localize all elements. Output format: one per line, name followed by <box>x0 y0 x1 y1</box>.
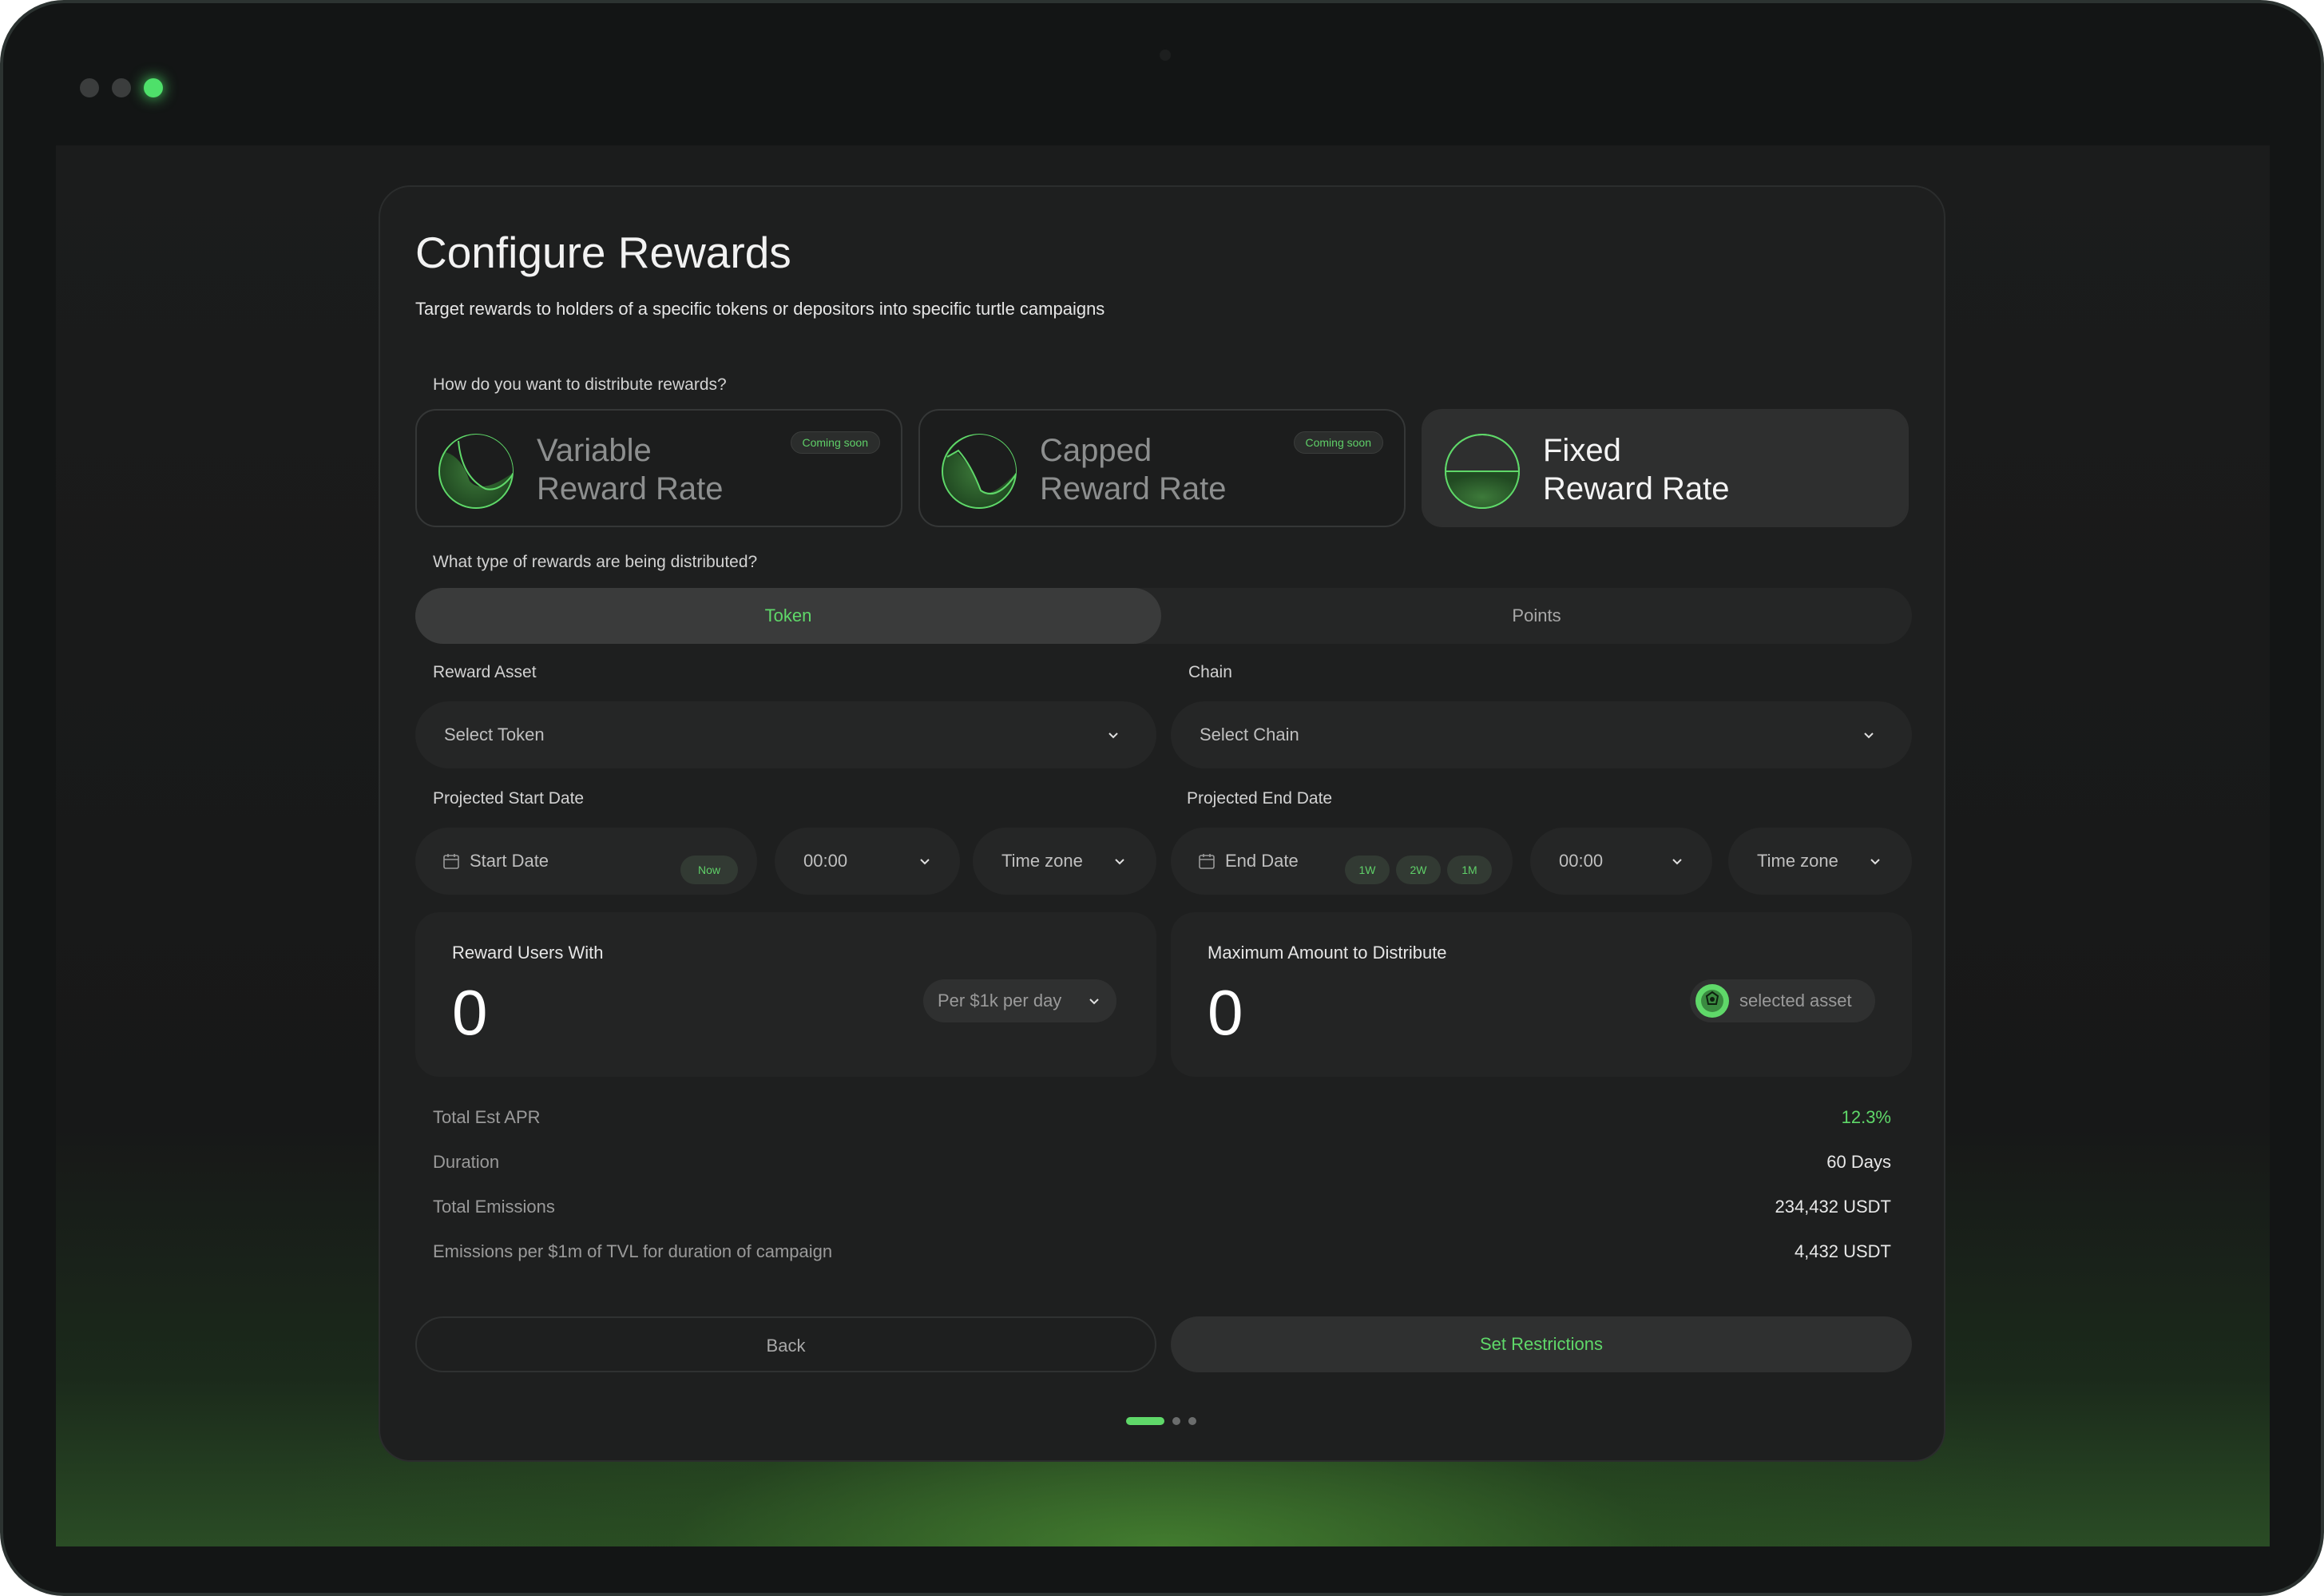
chevron-down-icon <box>1108 732 1118 739</box>
preset-1m-button[interactable]: 1M <box>1447 856 1492 884</box>
end-timezone-value: Time zone <box>1757 851 1838 871</box>
end-date-picker[interactable]: End Date 1W 2W 1M <box>1171 828 1513 895</box>
chain-select[interactable]: Select Chain <box>1171 701 1912 768</box>
reward-type-toggle: Token Points <box>415 588 1912 644</box>
calendar-icon <box>443 854 459 869</box>
end-time-select[interactable]: 00:00 <box>1530 828 1712 895</box>
variable-rate-title-2: Reward Rate <box>537 471 724 506</box>
start-date-label: Projected Start Date <box>433 789 585 808</box>
capped-rate-icon <box>942 434 1017 509</box>
variable-rate-icon <box>438 434 514 509</box>
start-date-picker[interactable]: Start Date Now <box>415 828 757 895</box>
chevron-down-icon <box>1672 859 1682 865</box>
set-restrictions-button[interactable]: Set Restrictions <box>1171 1316 1912 1372</box>
variable-rate-option[interactable]: Variable Reward Rate Coming soon <box>415 409 902 527</box>
page-title: Configure Rewards <box>415 228 791 277</box>
reward-users-box: Reward Users With 0 Per $1k per day <box>415 912 1156 1077</box>
maximize-dot-icon[interactable] <box>144 78 163 97</box>
selected-asset-label: selected asset <box>1739 991 1852 1010</box>
calendar-icon <box>1199 854 1215 869</box>
back-button[interactable]: Back <box>415 1316 1156 1372</box>
duration-label: Duration <box>433 1152 500 1172</box>
start-time-select[interactable]: 00:00 <box>775 828 960 895</box>
max-amount-box: Maximum Amount to Distribute 0 selected … <box>1171 912 1912 1077</box>
capped-rate-option[interactable]: Capped Reward Rate Coming soon <box>918 409 1406 527</box>
fixed-rate-option[interactable]: Fixed Reward Rate <box>1422 409 1909 527</box>
reward-asset-select[interactable]: Select Token <box>415 701 1156 768</box>
tab-points[interactable]: Points <box>1161 588 1912 644</box>
end-date-placeholder: End Date <box>1225 851 1299 871</box>
preset-1w-button[interactable]: 1W <box>1345 856 1390 884</box>
chevron-down-icon <box>1864 732 1874 739</box>
max-amount-input[interactable]: 0 <box>1208 976 1243 1050</box>
end-time-value: 00:00 <box>1559 851 1604 871</box>
chevron-down-icon <box>1089 998 1099 1005</box>
variable-rate-title-1: Variable <box>537 433 652 468</box>
chevron-down-icon <box>1870 859 1880 865</box>
chevron-down-icon <box>1115 859 1124 865</box>
preset-2w-button[interactable]: 2W <box>1396 856 1441 884</box>
step-indicator <box>1126 1417 1196 1425</box>
total-emissions-value: 234,432 USDT <box>1775 1197 1891 1217</box>
start-time-value: 00:00 <box>803 851 848 871</box>
reward-asset-placeholder: Select Token <box>444 725 545 744</box>
step-dot-3 <box>1188 1417 1196 1425</box>
total-emissions-label: Total Emissions <box>433 1197 555 1217</box>
chain-placeholder: Select Chain <box>1200 725 1299 744</box>
fixed-rate-icon <box>1445 434 1520 509</box>
end-timezone-select[interactable]: Time zone <box>1728 828 1912 895</box>
reward-type-question: What type of rewards are being distribut… <box>433 553 758 571</box>
chevron-down-icon <box>920 859 930 865</box>
reward-unit-value: Per $1k per day <box>938 991 1062 1010</box>
apr-value: 12.3% <box>1841 1107 1891 1127</box>
start-timezone-value: Time zone <box>1001 851 1083 871</box>
start-timezone-select[interactable]: Time zone <box>973 828 1156 895</box>
end-date-label: Projected End Date <box>1187 789 1333 808</box>
emissions-per-tvl-label: Emissions per $1m of TVL for duration of… <box>433 1241 833 1261</box>
chain-label: Chain <box>1188 663 1232 681</box>
fixed-rate-title-1: Fixed <box>1543 433 1621 468</box>
coming-soon-badge: Coming soon <box>790 431 880 454</box>
apr-label: Total Est APR <box>433 1107 541 1127</box>
step-dot-2 <box>1172 1417 1180 1425</box>
coming-soon-badge: Coming soon <box>1293 431 1383 454</box>
asset-token-icon <box>1695 984 1729 1018</box>
duration-value: 60 Days <box>1826 1152 1891 1172</box>
reward-asset-label: Reward Asset <box>433 663 537 681</box>
close-dot-icon[interactable] <box>80 78 99 97</box>
reward-unit-select[interactable]: Per $1k per day <box>923 979 1116 1022</box>
fixed-rate-title-2: Reward Rate <box>1543 471 1730 506</box>
now-button[interactable]: Now <box>680 856 738 884</box>
reward-users-label: Reward Users With <box>452 943 604 963</box>
step-dot-1 <box>1126 1417 1164 1425</box>
device-frame: Configure Rewards Target rewards to hold… <box>0 0 2324 1596</box>
window-controls <box>80 78 163 97</box>
minimize-dot-icon[interactable] <box>112 78 131 97</box>
reward-users-input[interactable]: 0 <box>452 976 488 1050</box>
start-date-placeholder: Start Date <box>470 851 549 871</box>
emissions-per-tvl-value: 4,432 USDT <box>1794 1241 1891 1261</box>
configure-rewards-card: Configure Rewards Target rewards to hold… <box>379 185 1945 1462</box>
capped-rate-title-2: Reward Rate <box>1040 471 1227 506</box>
selected-asset-chip[interactable]: selected asset <box>1690 979 1875 1022</box>
page-subtitle: Target rewards to holders of a specific … <box>415 299 1105 319</box>
capped-rate-title-1: Capped <box>1040 433 1152 468</box>
max-amount-label: Maximum Amount to Distribute <box>1208 943 1447 963</box>
camera-icon <box>1160 50 1171 61</box>
distribution-question: How do you want to distribute rewards? <box>433 375 727 394</box>
tab-token[interactable]: Token <box>415 588 1161 644</box>
